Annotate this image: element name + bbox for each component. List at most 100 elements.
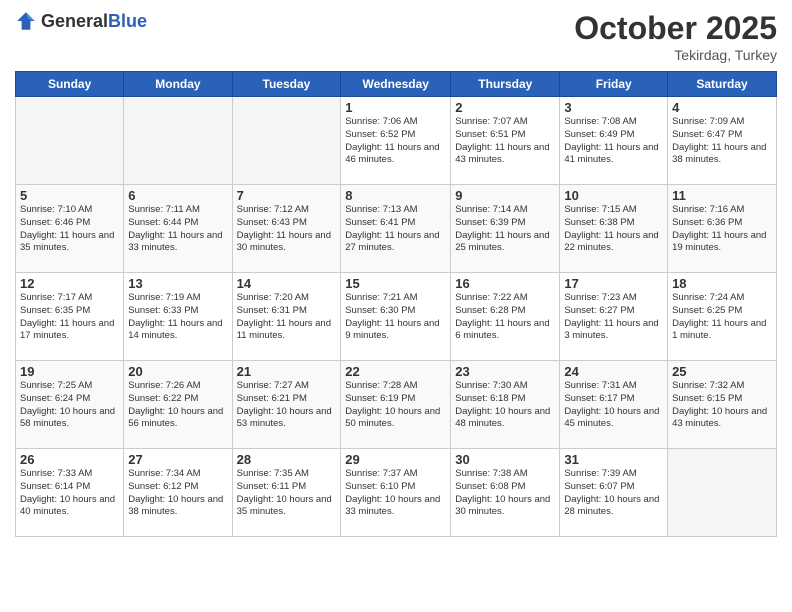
day-number: 16 (455, 276, 555, 291)
calendar-cell-4-6 (668, 449, 777, 537)
calendar-cell-0-2 (232, 97, 341, 185)
logo-bird-icon (15, 10, 37, 32)
day-number: 1 (345, 100, 446, 115)
day-info: Sunrise: 7:21 AM Sunset: 6:30 PM Dayligh… (345, 292, 446, 343)
calendar-cell-3-6: 25Sunrise: 7:32 AM Sunset: 6:15 PM Dayli… (668, 361, 777, 449)
location-title: Tekirdag, Turkey (574, 47, 777, 63)
day-info: Sunrise: 7:10 AM Sunset: 6:46 PM Dayligh… (20, 204, 119, 255)
logo-blue: Blue (108, 11, 147, 31)
day-number: 3 (564, 100, 663, 115)
day-info: Sunrise: 7:23 AM Sunset: 6:27 PM Dayligh… (564, 292, 663, 343)
calendar-cell-1-3: 8Sunrise: 7:13 AM Sunset: 6:41 PM Daylig… (341, 185, 451, 273)
calendar-cell-1-1: 6Sunrise: 7:11 AM Sunset: 6:44 PM Daylig… (124, 185, 232, 273)
day-number: 6 (128, 188, 227, 203)
calendar-cell-0-6: 4Sunrise: 7:09 AM Sunset: 6:47 PM Daylig… (668, 97, 777, 185)
day-number: 8 (345, 188, 446, 203)
day-info: Sunrise: 7:27 AM Sunset: 6:21 PM Dayligh… (237, 380, 337, 431)
day-info: Sunrise: 7:19 AM Sunset: 6:33 PM Dayligh… (128, 292, 227, 343)
day-number: 11 (672, 188, 772, 203)
header: GeneralBlue October 2025 Tekirdag, Turke… (15, 10, 777, 63)
calendar-cell-0-0 (16, 97, 124, 185)
calendar-cell-3-4: 23Sunrise: 7:30 AM Sunset: 6:18 PM Dayli… (451, 361, 560, 449)
day-number: 23 (455, 364, 555, 379)
calendar-cell-4-5: 31Sunrise: 7:39 AM Sunset: 6:07 PM Dayli… (560, 449, 668, 537)
day-info: Sunrise: 7:15 AM Sunset: 6:38 PM Dayligh… (564, 204, 663, 255)
day-info: Sunrise: 7:06 AM Sunset: 6:52 PM Dayligh… (345, 116, 446, 167)
calendar-cell-4-0: 26Sunrise: 7:33 AM Sunset: 6:14 PM Dayli… (16, 449, 124, 537)
calendar-row-0: 1Sunrise: 7:06 AM Sunset: 6:52 PM Daylig… (16, 97, 777, 185)
calendar-row-4: 26Sunrise: 7:33 AM Sunset: 6:14 PM Dayli… (16, 449, 777, 537)
calendar-cell-2-2: 14Sunrise: 7:20 AM Sunset: 6:31 PM Dayli… (232, 273, 341, 361)
calendar-cell-3-0: 19Sunrise: 7:25 AM Sunset: 6:24 PM Dayli… (16, 361, 124, 449)
calendar-cell-1-5: 10Sunrise: 7:15 AM Sunset: 6:38 PM Dayli… (560, 185, 668, 273)
calendar-cell-4-1: 27Sunrise: 7:34 AM Sunset: 6:12 PM Dayli… (124, 449, 232, 537)
weekday-header-monday: Monday (124, 72, 232, 97)
calendar-table: SundayMondayTuesdayWednesdayThursdayFrid… (15, 71, 777, 537)
weekday-header-saturday: Saturday (668, 72, 777, 97)
day-number: 12 (20, 276, 119, 291)
calendar-cell-3-1: 20Sunrise: 7:26 AM Sunset: 6:22 PM Dayli… (124, 361, 232, 449)
calendar-cell-1-2: 7Sunrise: 7:12 AM Sunset: 6:43 PM Daylig… (232, 185, 341, 273)
logo-text: GeneralBlue (41, 11, 147, 32)
weekday-header-wednesday: Wednesday (341, 72, 451, 97)
day-number: 24 (564, 364, 663, 379)
day-number: 2 (455, 100, 555, 115)
day-info: Sunrise: 7:25 AM Sunset: 6:24 PM Dayligh… (20, 380, 119, 431)
weekday-header-friday: Friday (560, 72, 668, 97)
day-info: Sunrise: 7:11 AM Sunset: 6:44 PM Dayligh… (128, 204, 227, 255)
day-info: Sunrise: 7:37 AM Sunset: 6:10 PM Dayligh… (345, 468, 446, 519)
calendar-cell-4-3: 29Sunrise: 7:37 AM Sunset: 6:10 PM Dayli… (341, 449, 451, 537)
title-block: October 2025 Tekirdag, Turkey (574, 10, 777, 63)
day-number: 20 (128, 364, 227, 379)
day-info: Sunrise: 7:24 AM Sunset: 6:25 PM Dayligh… (672, 292, 772, 343)
calendar-cell-2-1: 13Sunrise: 7:19 AM Sunset: 6:33 PM Dayli… (124, 273, 232, 361)
calendar-cell-2-5: 17Sunrise: 7:23 AM Sunset: 6:27 PM Dayli… (560, 273, 668, 361)
calendar-cell-0-5: 3Sunrise: 7:08 AM Sunset: 6:49 PM Daylig… (560, 97, 668, 185)
day-info: Sunrise: 7:20 AM Sunset: 6:31 PM Dayligh… (237, 292, 337, 343)
calendar-row-2: 12Sunrise: 7:17 AM Sunset: 6:35 PM Dayli… (16, 273, 777, 361)
day-number: 22 (345, 364, 446, 379)
day-number: 29 (345, 452, 446, 467)
logo-general: General (41, 11, 108, 31)
day-info: Sunrise: 7:14 AM Sunset: 6:39 PM Dayligh… (455, 204, 555, 255)
calendar-cell-1-4: 9Sunrise: 7:14 AM Sunset: 6:39 PM Daylig… (451, 185, 560, 273)
calendar-cell-0-3: 1Sunrise: 7:06 AM Sunset: 6:52 PM Daylig… (341, 97, 451, 185)
calendar-row-1: 5Sunrise: 7:10 AM Sunset: 6:46 PM Daylig… (16, 185, 777, 273)
day-info: Sunrise: 7:22 AM Sunset: 6:28 PM Dayligh… (455, 292, 555, 343)
calendar-cell-3-5: 24Sunrise: 7:31 AM Sunset: 6:17 PM Dayli… (560, 361, 668, 449)
calendar-row-3: 19Sunrise: 7:25 AM Sunset: 6:24 PM Dayli… (16, 361, 777, 449)
day-info: Sunrise: 7:26 AM Sunset: 6:22 PM Dayligh… (128, 380, 227, 431)
weekday-header-row: SundayMondayTuesdayWednesdayThursdayFrid… (16, 72, 777, 97)
day-info: Sunrise: 7:16 AM Sunset: 6:36 PM Dayligh… (672, 204, 772, 255)
day-info: Sunrise: 7:33 AM Sunset: 6:14 PM Dayligh… (20, 468, 119, 519)
day-number: 25 (672, 364, 772, 379)
day-number: 17 (564, 276, 663, 291)
day-number: 7 (237, 188, 337, 203)
weekday-header-thursday: Thursday (451, 72, 560, 97)
day-number: 26 (20, 452, 119, 467)
day-info: Sunrise: 7:17 AM Sunset: 6:35 PM Dayligh… (20, 292, 119, 343)
calendar-cell-2-0: 12Sunrise: 7:17 AM Sunset: 6:35 PM Dayli… (16, 273, 124, 361)
day-info: Sunrise: 7:30 AM Sunset: 6:18 PM Dayligh… (455, 380, 555, 431)
day-number: 14 (237, 276, 337, 291)
day-number: 5 (20, 188, 119, 203)
calendar-cell-4-4: 30Sunrise: 7:38 AM Sunset: 6:08 PM Dayli… (451, 449, 560, 537)
day-number: 27 (128, 452, 227, 467)
calendar-cell-3-3: 22Sunrise: 7:28 AM Sunset: 6:19 PM Dayli… (341, 361, 451, 449)
calendar-cell-2-6: 18Sunrise: 7:24 AM Sunset: 6:25 PM Dayli… (668, 273, 777, 361)
day-number: 9 (455, 188, 555, 203)
day-number: 21 (237, 364, 337, 379)
calendar-cell-2-3: 15Sunrise: 7:21 AM Sunset: 6:30 PM Dayli… (341, 273, 451, 361)
day-number: 13 (128, 276, 227, 291)
day-info: Sunrise: 7:34 AM Sunset: 6:12 PM Dayligh… (128, 468, 227, 519)
day-info: Sunrise: 7:08 AM Sunset: 6:49 PM Dayligh… (564, 116, 663, 167)
calendar-cell-1-0: 5Sunrise: 7:10 AM Sunset: 6:46 PM Daylig… (16, 185, 124, 273)
page: GeneralBlue October 2025 Tekirdag, Turke… (0, 0, 792, 612)
day-number: 28 (237, 452, 337, 467)
day-info: Sunrise: 7:07 AM Sunset: 6:51 PM Dayligh… (455, 116, 555, 167)
weekday-header-tuesday: Tuesday (232, 72, 341, 97)
day-info: Sunrise: 7:32 AM Sunset: 6:15 PM Dayligh… (672, 380, 772, 431)
day-info: Sunrise: 7:28 AM Sunset: 6:19 PM Dayligh… (345, 380, 446, 431)
month-title: October 2025 (574, 10, 777, 47)
day-info: Sunrise: 7:12 AM Sunset: 6:43 PM Dayligh… (237, 204, 337, 255)
